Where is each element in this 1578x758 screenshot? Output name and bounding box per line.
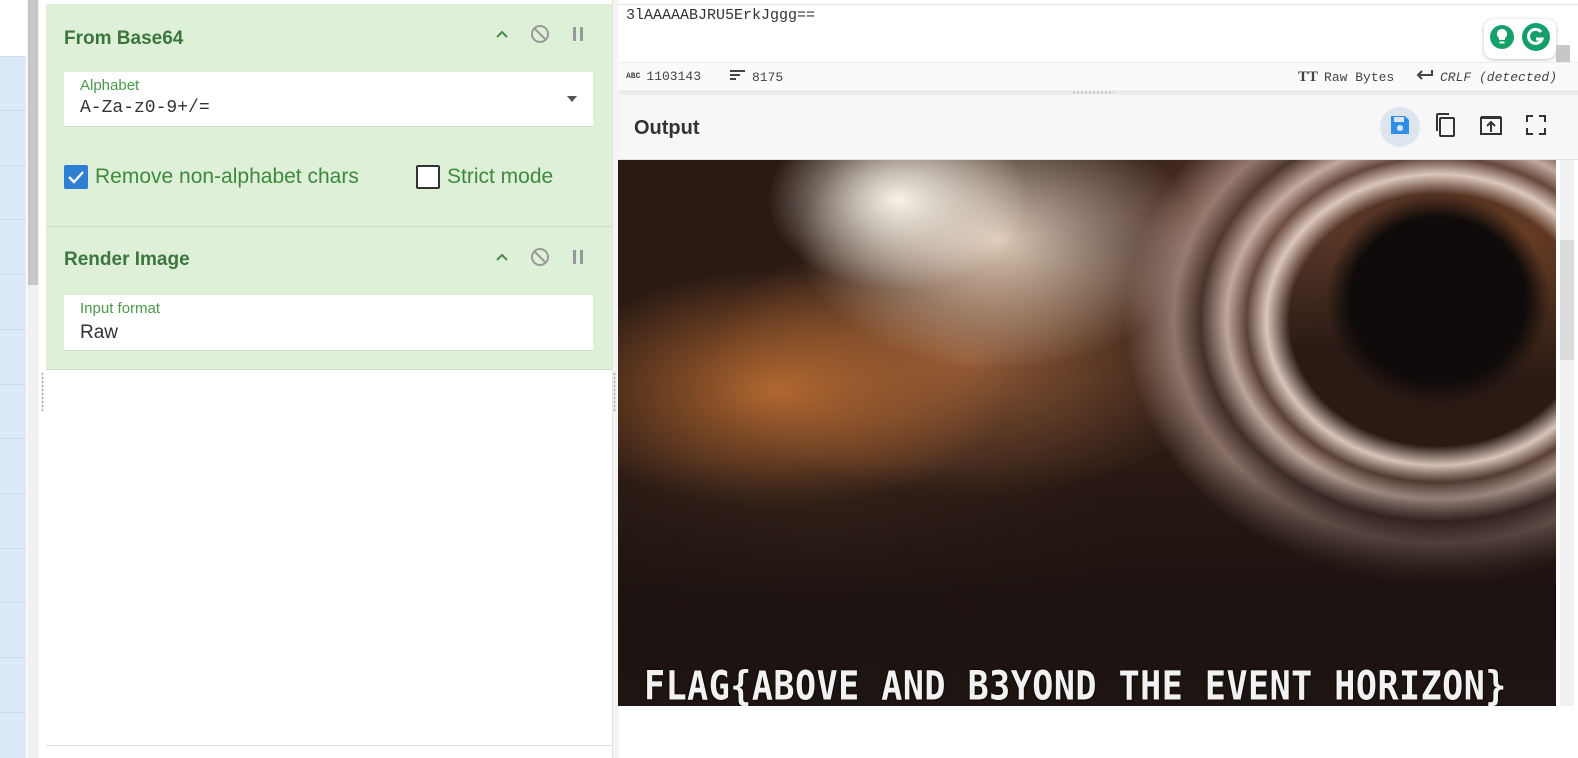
input-format-field[interactable]: Input format Raw: [64, 295, 593, 351]
alphabet-value: A-Za-z0-9+/=: [80, 98, 210, 118]
eol-selector[interactable]: CRLF (detected): [1416, 69, 1557, 85]
grammarly-icon[interactable]: [1521, 22, 1551, 57]
return-icon: [1416, 69, 1434, 85]
alphabet-select[interactable]: Alphabet A-Za-z0-9+/=: [64, 72, 593, 127]
save-button[interactable]: [1380, 107, 1420, 147]
grammarly-widget[interactable]: [1484, 19, 1556, 59]
checkbox-check-icon[interactable]: [64, 165, 88, 189]
replace-input-button[interactable]: [1471, 107, 1511, 147]
eol-value: CRLF (detected): [1440, 69, 1558, 85]
maximize-icon: [1525, 114, 1547, 141]
input-format-label: Input format: [80, 300, 161, 317]
operation-title: Render Image: [64, 249, 190, 270]
output-header: Output: [618, 95, 1578, 160]
input-length: 1103143: [646, 69, 702, 84]
lines-icon: [730, 69, 746, 85]
alphabet-label: Alphabet: [80, 77, 140, 94]
chevron-up-icon[interactable]: [490, 245, 514, 269]
operations-scrollbar[interactable]: [27, 0, 39, 758]
resize-handle-middle[interactable]: [613, 372, 616, 412]
text-format-icon: TT: [1298, 69, 1319, 85]
copy-button[interactable]: [1425, 107, 1465, 147]
output-title: Output: [634, 117, 700, 139]
input-format-value: Raw: [80, 322, 119, 343]
replace-input-icon: [1478, 113, 1504, 142]
encoding-value: Raw Bytes: [1324, 70, 1395, 85]
chevron-up-icon[interactable]: [490, 22, 514, 46]
recipe-panel: From Base64 Alphabet A-Za-z0-9+/= Remove…: [46, 0, 612, 758]
operation-from-base64: From Base64 Alphabet A-Za-z0-9+/= Remove…: [46, 4, 612, 227]
strict-mode-checkbox[interactable]: Strict mode: [416, 165, 553, 189]
pause-icon[interactable]: [566, 245, 590, 269]
output-scrollbar[interactable]: [1556, 160, 1578, 706]
left-panel-strip: [0, 0, 26, 758]
pause-icon[interactable]: [566, 22, 590, 46]
input-text[interactable]: 3lAAAAABJRU5ErkJggg==: [626, 7, 815, 24]
input-textarea[interactable]: 3lAAAAABJRU5ErkJggg==: [618, 4, 1578, 65]
input-lines: 8175: [752, 69, 784, 85]
chr-enc-selector[interactable]: TT Raw Bytes: [1298, 69, 1394, 86]
resize-handle-left[interactable]: [41, 372, 44, 412]
disable-icon[interactable]: [528, 22, 552, 46]
input-status-bar: ABC 1103143 8175 TT Raw Bytes CRLF (dete…: [618, 62, 1578, 91]
checkbox-empty[interactable]: [416, 165, 440, 189]
abc-icon: ABC: [626, 72, 641, 81]
output-rendered-image: FLAG{ABOVE AND B3YOND THE EVENT HORIZON}: [618, 160, 1556, 706]
operation-title: From Base64: [64, 28, 184, 49]
maximize-button[interactable]: [1516, 107, 1556, 147]
remove-non-alphabet-checkbox[interactable]: Remove non-alphabet chars: [64, 165, 359, 189]
lightbulb-icon[interactable]: [1489, 24, 1515, 55]
remove-non-alphabet-label: Remove non-alphabet chars: [95, 165, 359, 188]
divider: [46, 745, 612, 746]
strict-mode-label: Strict mode: [447, 165, 554, 188]
disable-icon[interactable]: [528, 245, 552, 269]
chevron-down-icon[interactable]: [567, 96, 577, 102]
copy-icon: [1433, 112, 1457, 143]
flag-text: FLAG{ABOVE AND B3YOND THE EVENT HORIZON}: [644, 664, 1507, 706]
save-icon: [1388, 113, 1412, 142]
operation-render-image: Render Image Input format Raw: [46, 227, 612, 370]
